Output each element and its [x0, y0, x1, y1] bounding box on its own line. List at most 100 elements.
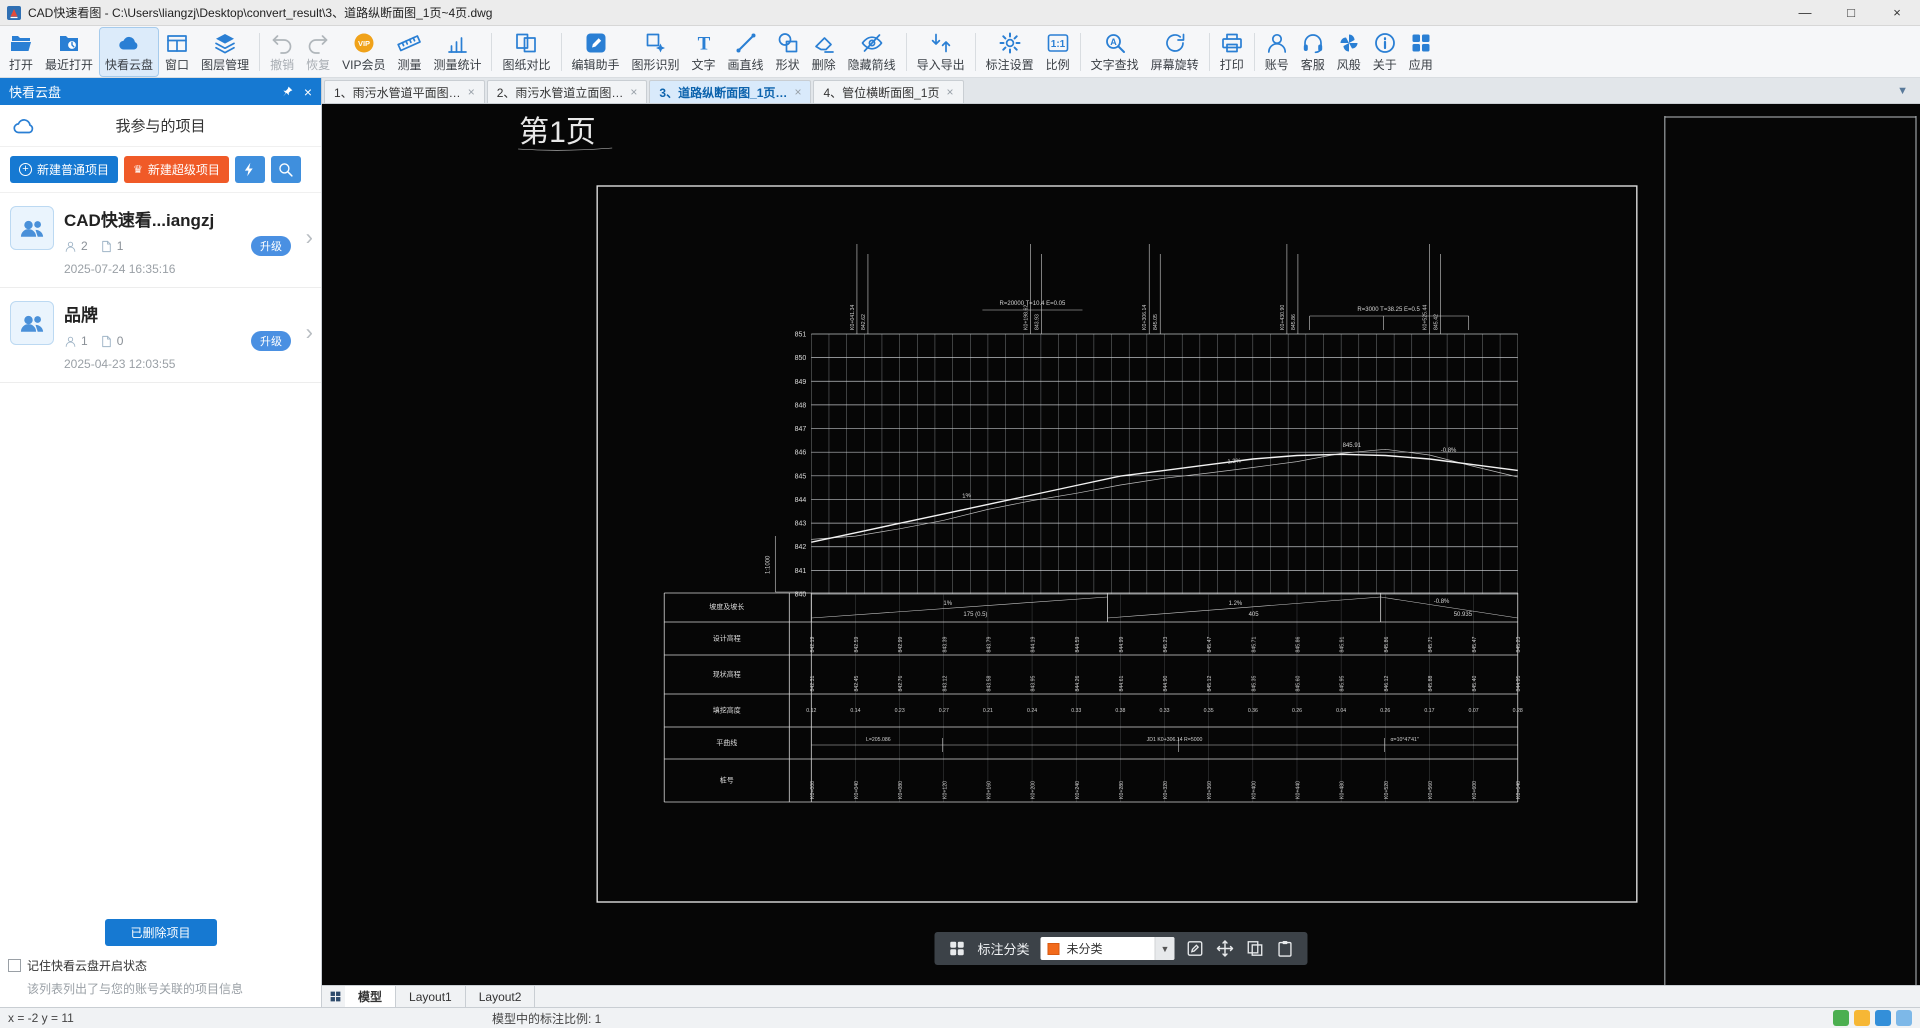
line-icon — [736, 33, 756, 52]
toolbar-item-annotation-settings[interactable]: 标注设置 — [981, 28, 1039, 76]
minimize-button[interactable]: — — [1782, 0, 1828, 25]
model-tab-Layout1[interactable]: Layout1 — [396, 986, 466, 1007]
refresh-button[interactable] — [234, 156, 265, 183]
peak-grade-label: -0.8% — [1441, 448, 1457, 454]
elevation-label: 851 — [795, 332, 807, 339]
pin-panel-icon[interactable] — [281, 85, 294, 98]
project-card[interactable]: CAD快速看...iangzj 2 1 升级 2025-07-24 16:35:16 › — [0, 193, 321, 288]
toolbar-item-layer-manager[interactable]: 图层管理 — [196, 28, 254, 76]
toolbar-item-delete[interactable]: 删除 — [807, 28, 841, 76]
panel-bottom: 已删除项目 记住快看云盘开启状态 该列表列出了与您的账号关联的项目信息 — [0, 911, 321, 1007]
deleted-projects-button[interactable]: 已删除项目 — [104, 919, 217, 946]
edit-icon — [586, 33, 605, 52]
tab-overflow-arrow-icon[interactable]: ▼ — [1885, 85, 1920, 97]
toolbar-item-window[interactable]: 窗口 — [160, 28, 194, 76]
paste-annotation-icon[interactable] — [1276, 939, 1295, 958]
chevron-right-icon[interactable]: › — [306, 224, 313, 250]
toolbar-item-account[interactable]: 账号 — [1260, 28, 1294, 76]
design-elevation-value: 842.59 — [854, 637, 860, 653]
toolbar-separator — [905, 32, 907, 71]
toolbar-item-edit-assistant[interactable]: 编辑助手 — [567, 28, 625, 76]
scale-note: 1:1000 — [765, 555, 771, 574]
status-chip-yellow[interactable] — [1854, 1010, 1870, 1026]
status-chip-lightblue[interactable] — [1896, 1010, 1912, 1026]
project-date: 2025-07-24 16:35:16 — [64, 262, 176, 276]
scale-icon: 1:1 — [1047, 33, 1068, 52]
toolbar-item-text[interactable]: T 文字 — [687, 28, 721, 76]
toolbar-item-vip[interactable]: VIP VIP会员 — [337, 28, 390, 76]
upgrade-badge[interactable]: 升级 — [251, 331, 291, 351]
close-panel-icon[interactable]: × — [304, 84, 312, 100]
close-tab-icon[interactable]: × — [468, 85, 475, 99]
new-super-project-button[interactable]: ♛ 新建超级项目 — [124, 156, 229, 183]
close-tab-icon[interactable]: × — [630, 85, 637, 99]
members-icon — [64, 240, 77, 253]
remember-label[interactable]: 记住快看云盘开启状态 — [27, 957, 147, 974]
category-dropdown[interactable]: 未分类 ▼ — [1040, 937, 1175, 960]
doc-tab-1[interactable]: 1、雨污水管道平面图… × — [324, 80, 485, 103]
new-project-button[interactable]: + 新建普通项目 — [10, 156, 119, 183]
toolbar-item-apps[interactable]: 应用 — [1404, 28, 1438, 76]
toolbar-item-service[interactable]: 客服 — [1296, 28, 1330, 76]
remember-checkbox[interactable] — [8, 959, 21, 972]
search-button[interactable] — [270, 156, 301, 183]
maximize-button[interactable]: □ — [1828, 0, 1874, 25]
toolbar-item-drawing-compare[interactable]: 图纸对比 — [497, 28, 555, 76]
doc-tab-2[interactable]: 2、雨污水管道立面图… × — [486, 80, 648, 103]
drawing-canvas[interactable]: 第1页 851 850 849 848 847 846 845 844 843 842 841 840 1… — [322, 104, 1920, 985]
lightning-icon — [245, 162, 254, 177]
fill-height-value: 0.26 — [1380, 708, 1390, 714]
close-tab-icon[interactable]: × — [946, 85, 953, 99]
cloud-panel-title: 快看云盘 — [9, 85, 62, 100]
toolbar-item-draw-line[interactable]: 画直线 — [723, 28, 769, 76]
toolbar-item-style[interactable]: 风般 — [1332, 28, 1366, 76]
dropdown-arrow-icon[interactable]: ▼ — [1154, 937, 1175, 960]
station-label: K0+320 — [1163, 781, 1169, 799]
toolbar-item-redo[interactable]: 恢复 — [301, 28, 335, 76]
pinwheel-icon — [1340, 34, 1358, 51]
toolbar-item-shapes[interactable]: 形状 — [771, 28, 805, 76]
model-grid-icon[interactable] — [325, 986, 345, 1007]
toolbar-item-measure[interactable]: 测量 — [392, 28, 426, 76]
chevron-right-icon[interactable]: › — [306, 319, 313, 345]
fill-height-value: 0.07 — [1469, 708, 1479, 714]
edit-annotation-icon[interactable] — [1186, 939, 1205, 958]
toolbar-item-measure-stats[interactable]: 测量统计 — [428, 28, 486, 76]
toolbar-item-open[interactable]: 打开 — [4, 28, 38, 76]
toolbar-separator — [491, 32, 493, 71]
status-chip-green[interactable] — [1833, 1010, 1849, 1026]
doc-tab-3[interactable]: 3、道路纵断面图_1页… × — [649, 80, 812, 103]
files-icon — [100, 240, 113, 253]
project-card[interactable]: 品牌 1 0 升级 2025-04-23 12:03:55 › — [0, 288, 321, 383]
toolbar-item-text-search[interactable]: A 文字查找 — [1086, 28, 1144, 76]
model-tab-模型[interactable]: 模型 — [345, 986, 397, 1007]
station-label: K0+000 — [810, 781, 816, 799]
toolbar-item-hide-annotation[interactable]: 隐藏箭线 — [843, 28, 901, 76]
classify-grid-icon[interactable] — [947, 939, 966, 958]
toolbar-item-import-export[interactable]: 导入导出 — [912, 28, 970, 76]
vpi-station: K0+525.44 — [1422, 305, 1428, 330]
titlebar: CAD快速看图 - C:\Users\liangzj\Desktop\conve… — [0, 0, 1920, 26]
move-annotation-icon[interactable] — [1216, 939, 1235, 958]
toolbar-item-recent-open[interactable]: 最近打开 — [40, 28, 98, 76]
toolbar-item-print[interactable]: 打印 — [1215, 28, 1249, 76]
category-value: 未分类 — [1066, 942, 1103, 956]
remember-checkbox-row: 记住快看云盘开启状态 — [0, 946, 321, 976]
toolbar-item-screen-rotate[interactable]: 屏幕旋转 — [1146, 28, 1204, 76]
toolbar-item-cloud-drive[interactable]: 快看云盘 — [99, 26, 160, 77]
upgrade-badge[interactable]: 升级 — [251, 236, 291, 256]
station-label: K0+560 — [1428, 781, 1434, 799]
toolbar-item-undo[interactable]: 撤销 — [265, 28, 299, 76]
close-tab-icon[interactable]: × — [794, 85, 801, 99]
toolbar-item-shape-recognition[interactable]: 图形识别 — [627, 28, 685, 76]
close-button[interactable]: × — [1874, 0, 1920, 25]
toolbar-item-about[interactable]: 关于 — [1368, 28, 1402, 76]
file-icon — [101, 240, 111, 252]
model-tab-Layout2[interactable]: Layout2 — [465, 986, 536, 1007]
status-chip-blue[interactable] — [1875, 1010, 1891, 1026]
toolbar-item-scale[interactable]: 1:1 比例 — [1041, 28, 1075, 76]
member-count: 2 — [81, 239, 88, 253]
doc-tab-4[interactable]: 4、管位横断面图_1页 × — [813, 80, 964, 103]
annotation-scale-text: 模型中的标注比例: 1 — [492, 1011, 602, 1026]
copy-annotation-icon[interactable] — [1246, 939, 1265, 958]
